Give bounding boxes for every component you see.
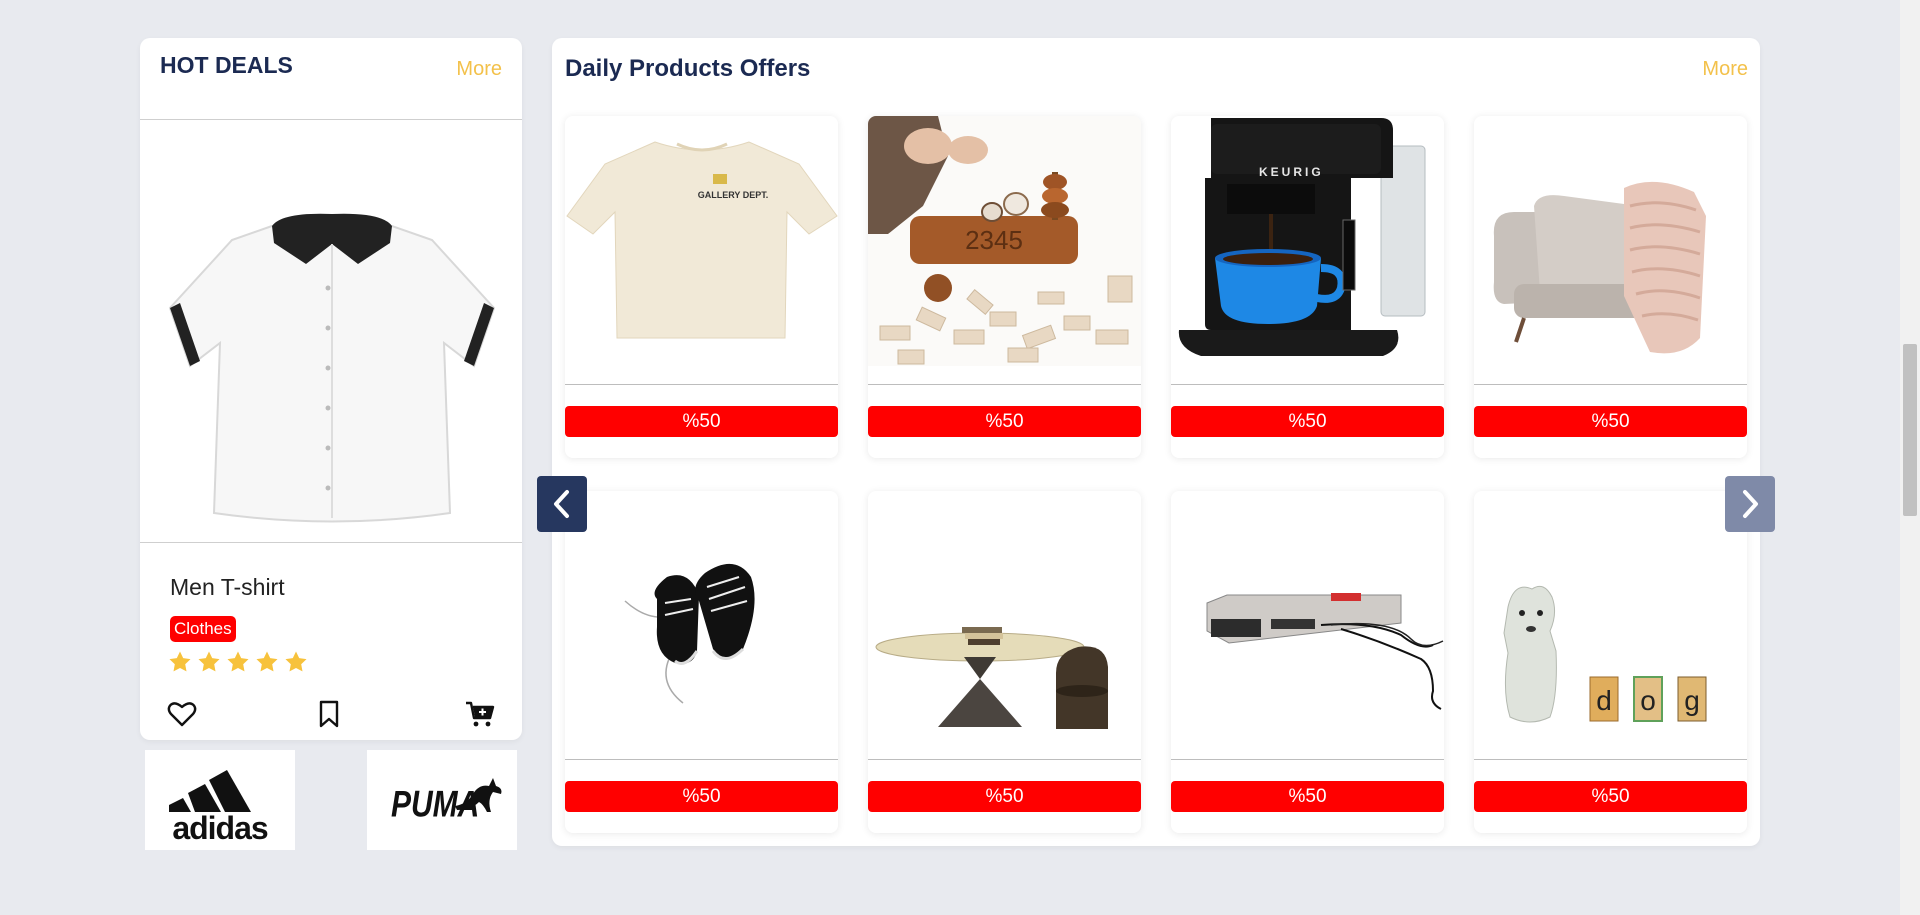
product-card[interactable]: KEURIG %50 (1171, 116, 1444, 458)
page-scrollbar-thumb[interactable] (1903, 344, 1917, 516)
block-letter: d (1596, 685, 1612, 716)
tshirt-print-text: GALLERY DEPT. (698, 190, 769, 200)
toy-digits: 2345 (965, 225, 1023, 255)
divider (868, 759, 1141, 760)
star-icon (256, 651, 278, 672)
daily-offers-more-link[interactable]: More (1702, 58, 1748, 81)
discount-badge[interactable]: %50 (1171, 781, 1444, 812)
category-badge[interactable]: Clothes (170, 616, 236, 642)
divider (565, 759, 838, 760)
divider (868, 384, 1141, 385)
divider (1171, 759, 1444, 760)
product-card[interactable]: GALLERY DEPT. %50 (565, 116, 838, 458)
star-icon (285, 651, 307, 672)
hot-deals-more-link[interactable]: More (456, 58, 502, 81)
coffee-maker-brand: KEURIG (1259, 165, 1324, 179)
divider (1171, 384, 1444, 385)
divider (140, 119, 522, 120)
carousel-prev-button[interactable] (537, 476, 587, 532)
product-card[interactable]: %50 (565, 491, 838, 833)
divider (1474, 384, 1747, 385)
discount-badge[interactable]: %50 (1171, 406, 1444, 437)
discount-badge[interactable]: %50 (565, 781, 838, 812)
divider (565, 384, 838, 385)
hot-deals-title: HOT DEALS (160, 52, 293, 78)
game-console-image (1206, 593, 1444, 710)
coffee-maker-image: KEURIG (1178, 118, 1426, 356)
sneakers-image (624, 563, 755, 704)
daily-offers-title: Daily Products Offers (565, 55, 811, 82)
add-to-cart-icon[interactable] (464, 698, 496, 730)
divider (1474, 759, 1747, 760)
discount-badge[interactable]: %50 (565, 406, 838, 437)
armchair-image (1493, 181, 1706, 354)
star-icon (227, 651, 249, 672)
chevron-right-icon (1743, 490, 1758, 518)
product-card[interactable]: %50 (1474, 116, 1747, 458)
block-letter: g (1684, 685, 1700, 716)
block-letter: o (1640, 685, 1656, 716)
bookmark-icon[interactable] (313, 698, 345, 730)
star-icon (169, 651, 191, 672)
divider (140, 542, 522, 543)
dog-figurine-image: d o g (1503, 585, 1707, 723)
product-name[interactable]: Men T-shirt (170, 574, 285, 601)
white-shirt-image[interactable] (162, 168, 502, 538)
adidas-logo[interactable]: adidas (145, 750, 295, 850)
product-card[interactable]: %50 (1171, 491, 1444, 833)
rating-stars (168, 650, 308, 674)
wooden-toys-image: 2345 (868, 116, 1141, 366)
discount-badge[interactable]: %50 (868, 781, 1141, 812)
product-card[interactable]: %50 (868, 491, 1141, 833)
tshirt-image: GALLERY DEPT. (566, 141, 838, 339)
adidas-wordmark: adidas (172, 810, 268, 846)
coffee-table-image (875, 627, 1108, 729)
hot-deals-card: HOT DEALS More Men T-shirt Clothes (140, 38, 522, 740)
puma-cat-icon (455, 778, 502, 812)
carousel-next-button[interactable] (1725, 476, 1775, 532)
chevron-left-icon (554, 490, 569, 518)
daily-offers-panel: Daily Products Offers More GALLERY DEPT.… (552, 38, 1760, 846)
product-card[interactable]: 2345 %50 (868, 116, 1141, 458)
heart-icon[interactable] (166, 698, 198, 730)
discount-badge[interactable]: %50 (1474, 406, 1747, 437)
puma-logo[interactable]: PUMA (367, 750, 517, 850)
star-icon (198, 651, 220, 672)
product-card[interactable]: d o g %50 (1474, 491, 1747, 833)
discount-badge[interactable]: %50 (1474, 781, 1747, 812)
discount-badge[interactable]: %50 (868, 406, 1141, 437)
